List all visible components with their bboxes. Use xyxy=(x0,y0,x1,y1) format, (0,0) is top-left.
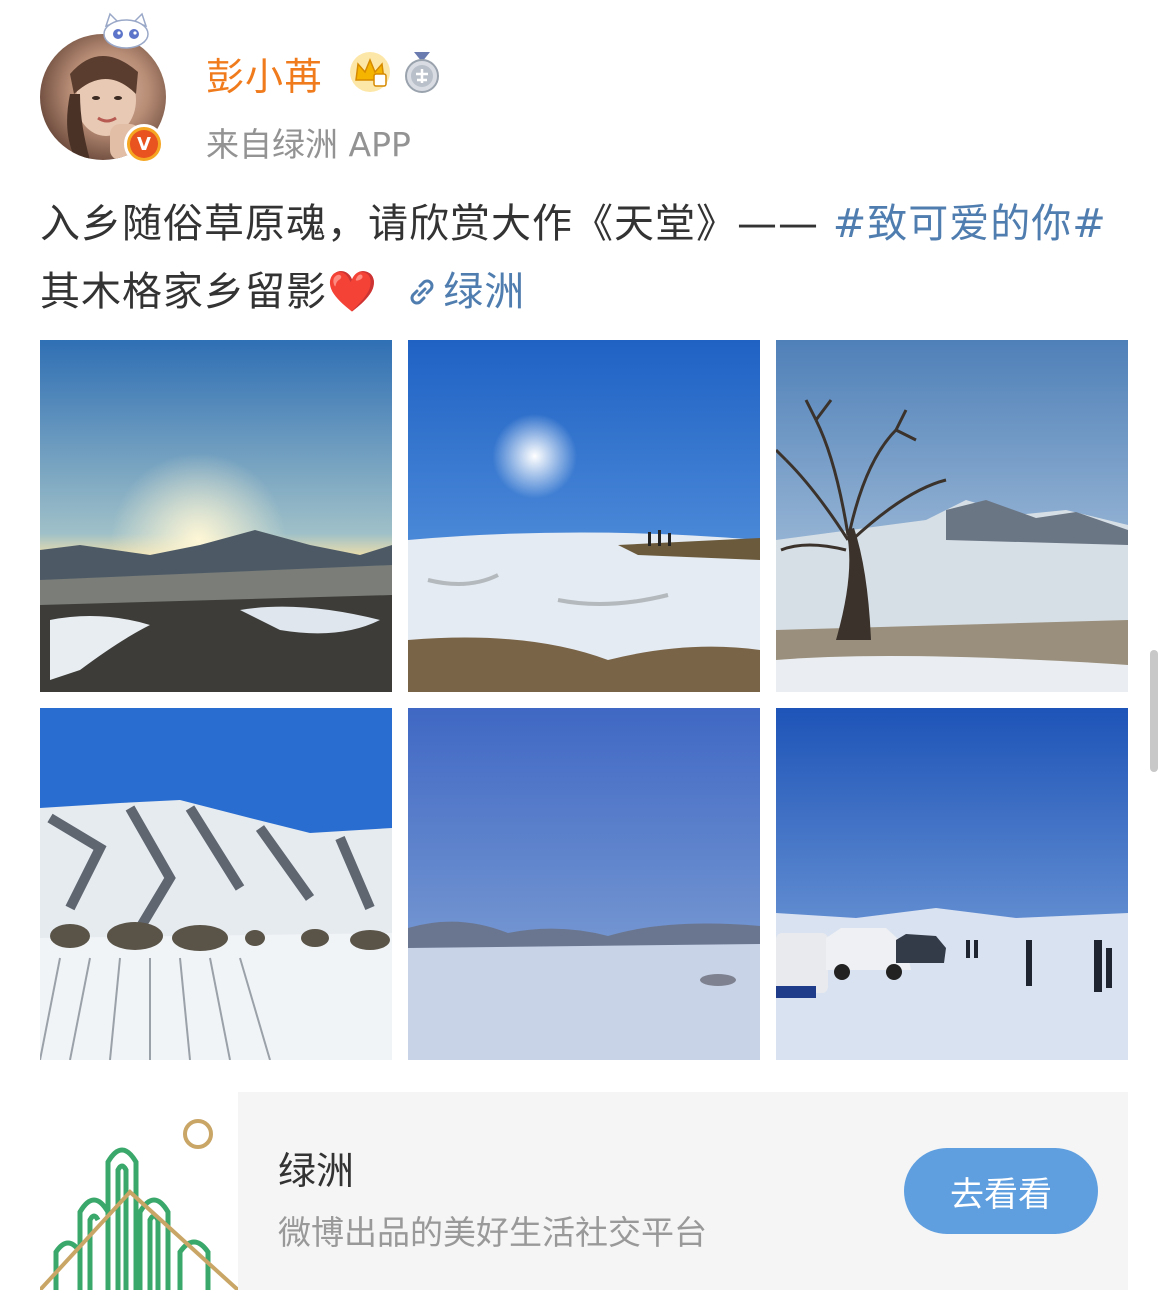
oasis-link-label: 绿洲 xyxy=(443,269,526,315)
username[interactable]: 彭小苒 xyxy=(206,46,323,101)
heart-icon: ❤️ xyxy=(327,269,378,315)
post-source[interactable]: 来自绿洲 APP xyxy=(206,118,411,166)
medal-badge-icon[interactable] xyxy=(402,50,442,94)
oasis-logo-icon xyxy=(38,1092,240,1292)
oasis-app-card[interactable]: 绿洲 微博出品的美好生活社交平台 去看看 xyxy=(38,1092,1128,1292)
crown-badge-icon[interactable] xyxy=(348,50,392,94)
post-text: 入乡随俗草原魂，请欣赏大作《天堂》—— #致可爱的你# 其木格家乡留影❤️ 绿洲 xyxy=(40,190,1130,326)
avatar-container[interactable]: V xyxy=(40,12,170,164)
go-see-button[interactable]: 去看看 xyxy=(904,1148,1098,1234)
sun-snow-hill-photo[interactable] xyxy=(408,340,760,692)
lone-tree-photo[interactable] xyxy=(776,340,1128,692)
cars-on-snow-photo[interactable] xyxy=(776,708,1128,1060)
post-text-main: 入乡随俗草原魂，请欣赏大作《天堂》—— xyxy=(40,201,833,247)
cat-pendant-icon xyxy=(98,12,154,50)
verified-badge-icon: V xyxy=(124,124,164,164)
hashtag-link[interactable]: #致可爱的你# xyxy=(833,201,1107,247)
card-subtitle: 微博出品的美好生活社交平台 xyxy=(278,1213,707,1252)
sunset-mountain-photo[interactable] xyxy=(40,340,392,692)
photo-grid xyxy=(40,340,1128,1060)
post-text-after: 其木格家乡留影 xyxy=(40,269,327,315)
card-title: 绿洲 xyxy=(278,1149,355,1193)
oasis-link[interactable]: 绿洲 xyxy=(405,269,525,315)
snow-plain-photo[interactable] xyxy=(408,708,760,1060)
verified-mark: V xyxy=(130,130,158,158)
link-icon xyxy=(410,279,434,305)
snowy-mountain-field-photo[interactable] xyxy=(40,708,392,1060)
scrollbar[interactable] xyxy=(1150,650,1158,772)
